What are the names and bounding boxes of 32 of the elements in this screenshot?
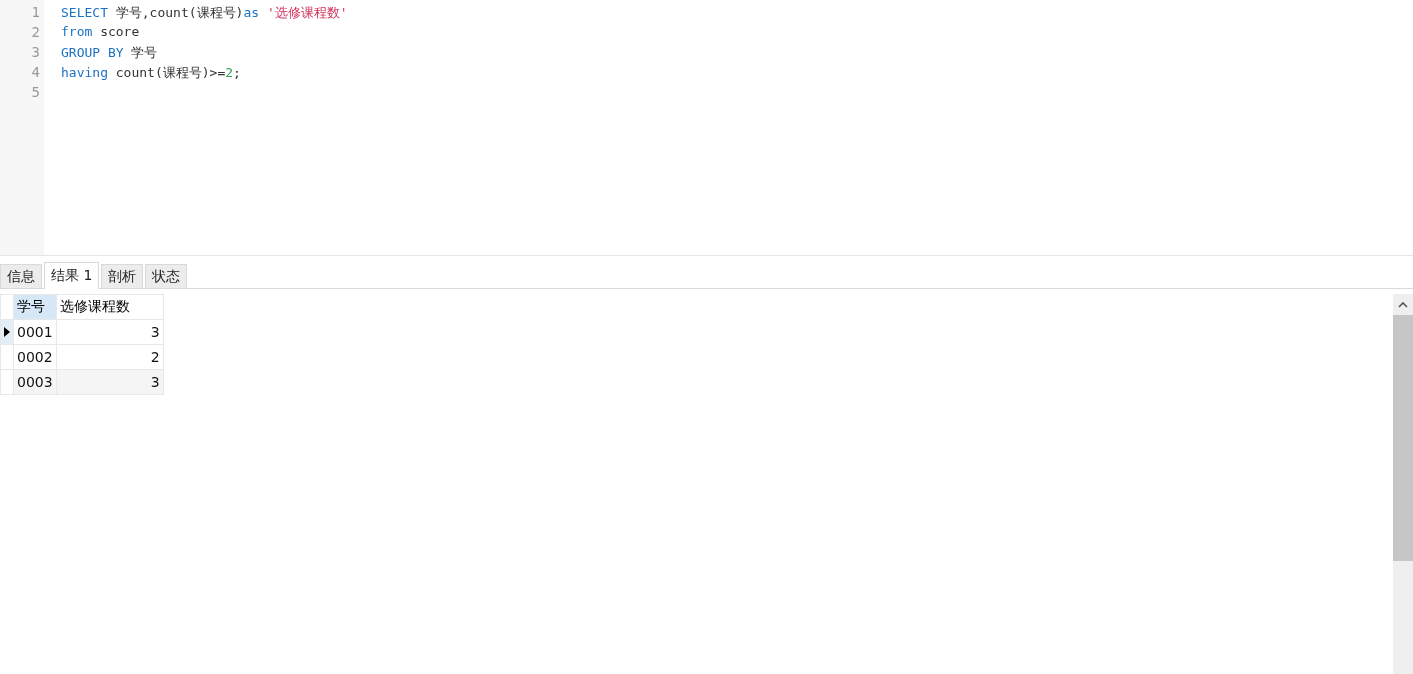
line-number: 4: [30, 64, 41, 82]
table-cell: 3: [56, 369, 164, 395]
column-header[interactable]: 选修课程数: [56, 294, 164, 320]
line-number: 3: [30, 44, 41, 62]
scrollbar-thumb[interactable]: [1393, 315, 1413, 561]
code-text: score: [99, 24, 140, 39]
table-cell: 0001: [13, 319, 57, 345]
sql-keyword: from: [61, 24, 93, 39]
sql-keyword: as: [243, 5, 260, 20]
row-pointer-icon: [4, 327, 10, 337]
result-tab[interactable]: 剖析: [101, 264, 144, 288]
number-literal: 2: [225, 65, 234, 80]
result-tab[interactable]: 信息: [0, 264, 42, 288]
result-tab[interactable]: 状态: [145, 264, 188, 288]
code-text: count(课程号)>=: [114, 65, 226, 80]
line-number: 1: [30, 4, 41, 22]
sql-keyword: GROUP BY: [61, 45, 124, 60]
table-cell: 2: [56, 344, 164, 370]
line-number: 2: [30, 24, 41, 42]
code-text: 学号: [130, 45, 158, 60]
code-text: 学号,count(课程号): [114, 5, 244, 20]
column-header[interactable]: 学号: [13, 294, 57, 320]
table-cell: 3: [56, 319, 164, 345]
code-text: ;: [233, 65, 241, 80]
row-header[interactable]: [0, 319, 14, 345]
string-literal: '选修课程数': [265, 5, 348, 20]
vertical-scrollbar[interactable]: [1393, 294, 1413, 674]
sql-keyword: SELECT: [61, 5, 108, 20]
sql-keyword: having: [61, 65, 108, 80]
result-tab[interactable]: 结果 1: [44, 262, 100, 289]
chevron-up-icon: [1398, 301, 1408, 308]
line-number: 5: [30, 84, 41, 102]
